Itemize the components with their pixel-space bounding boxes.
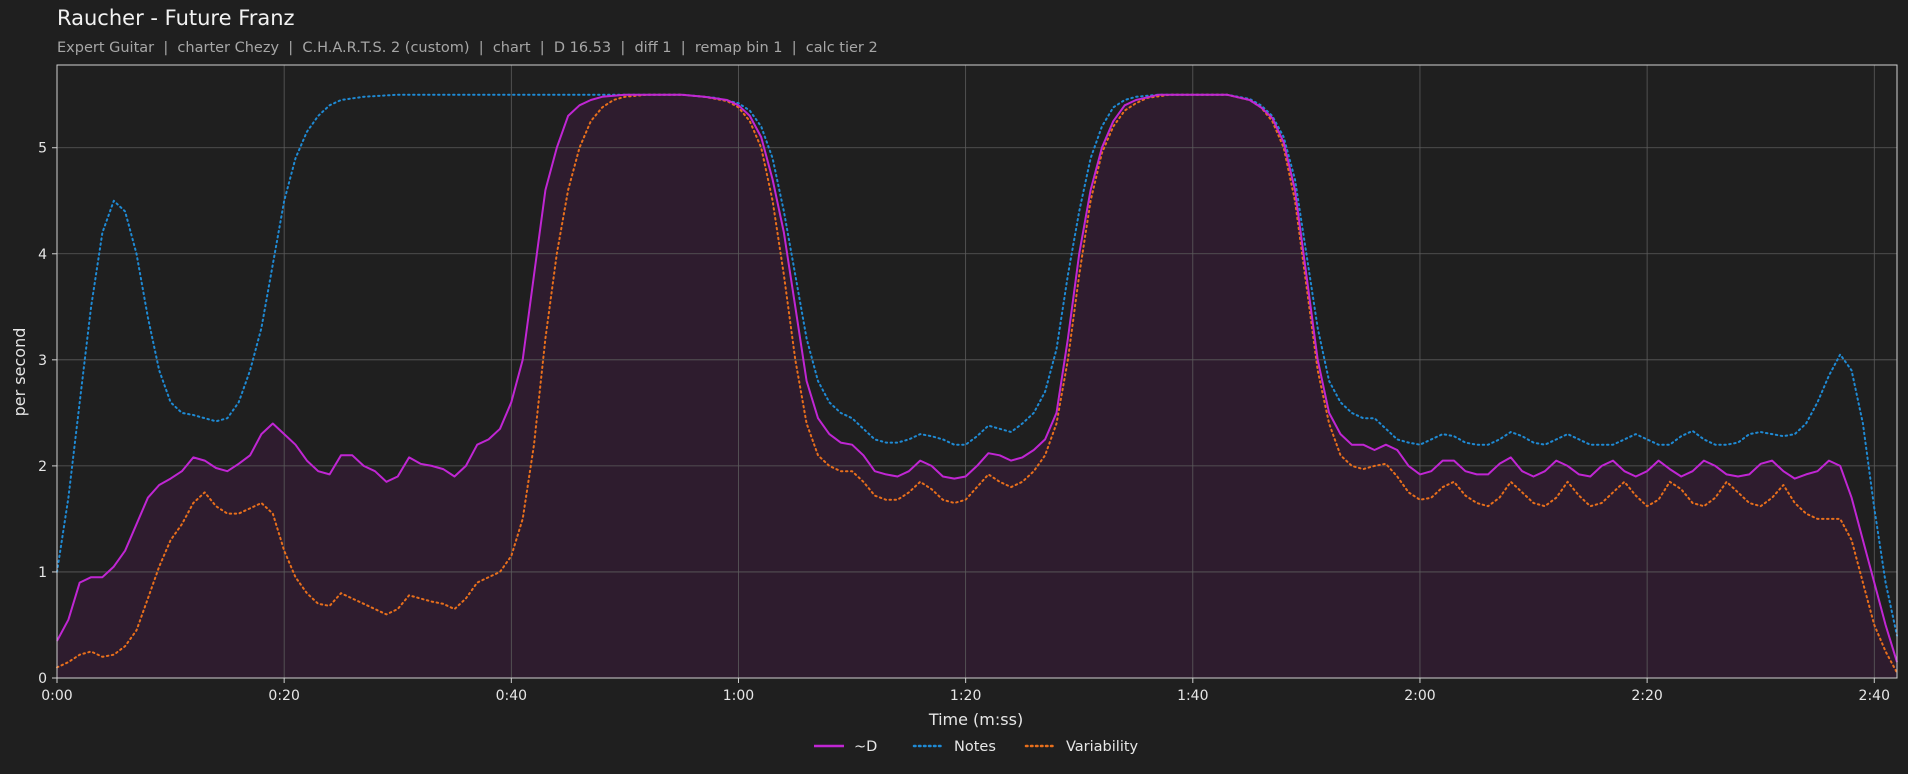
y-axis-label: per second (10, 328, 29, 417)
legend-item: Variability (1024, 739, 1139, 755)
legend-label: Variability (1066, 739, 1139, 755)
legend: ~D Notes Variability (814, 739, 1139, 755)
x-tick-label: 2:20 (1631, 688, 1662, 704)
legend-item: Notes (912, 739, 996, 755)
y-tick-label: 4 (38, 247, 47, 263)
y-tick-label: 0 (38, 671, 47, 687)
y-tick-label: 3 (38, 353, 47, 369)
y-tick-label: 2 (38, 459, 47, 475)
y-tick-label: 1 (38, 565, 47, 581)
legend-label: ~D (854, 739, 877, 755)
x-tick-label: 2:40 (1859, 688, 1890, 704)
x-tick-label: 1:00 (723, 688, 754, 704)
area-fill-layer (57, 94, 1897, 678)
series-area-fill (57, 94, 1897, 678)
line-chart: 0:00 0:20 0:40 1:00 1:20 1:40 2:00 2:20 2:40 0 1 2… (10, 64, 1898, 755)
x-tick-label: 2:00 (1404, 688, 1435, 704)
legend-item: ~D (814, 739, 877, 755)
legend-label: Notes (954, 739, 996, 755)
x-tick-label: 0:20 (268, 688, 299, 704)
x-axis-ticks: 0:00 0:20 0:40 1:00 1:20 1:40 2:00 2:20 2:40 (41, 678, 1890, 704)
y-tick-label: 5 (38, 141, 47, 157)
x-tick-label: 1:20 (950, 688, 981, 704)
x-tick-label: 0:40 (496, 688, 527, 704)
x-axis-label: Time (m:ss) (928, 710, 1023, 729)
y-axis-ticks: 0 1 2 3 4 5 (38, 141, 57, 687)
x-tick-label: 0:00 (41, 688, 72, 704)
x-tick-label: 1:40 (1177, 688, 1208, 704)
